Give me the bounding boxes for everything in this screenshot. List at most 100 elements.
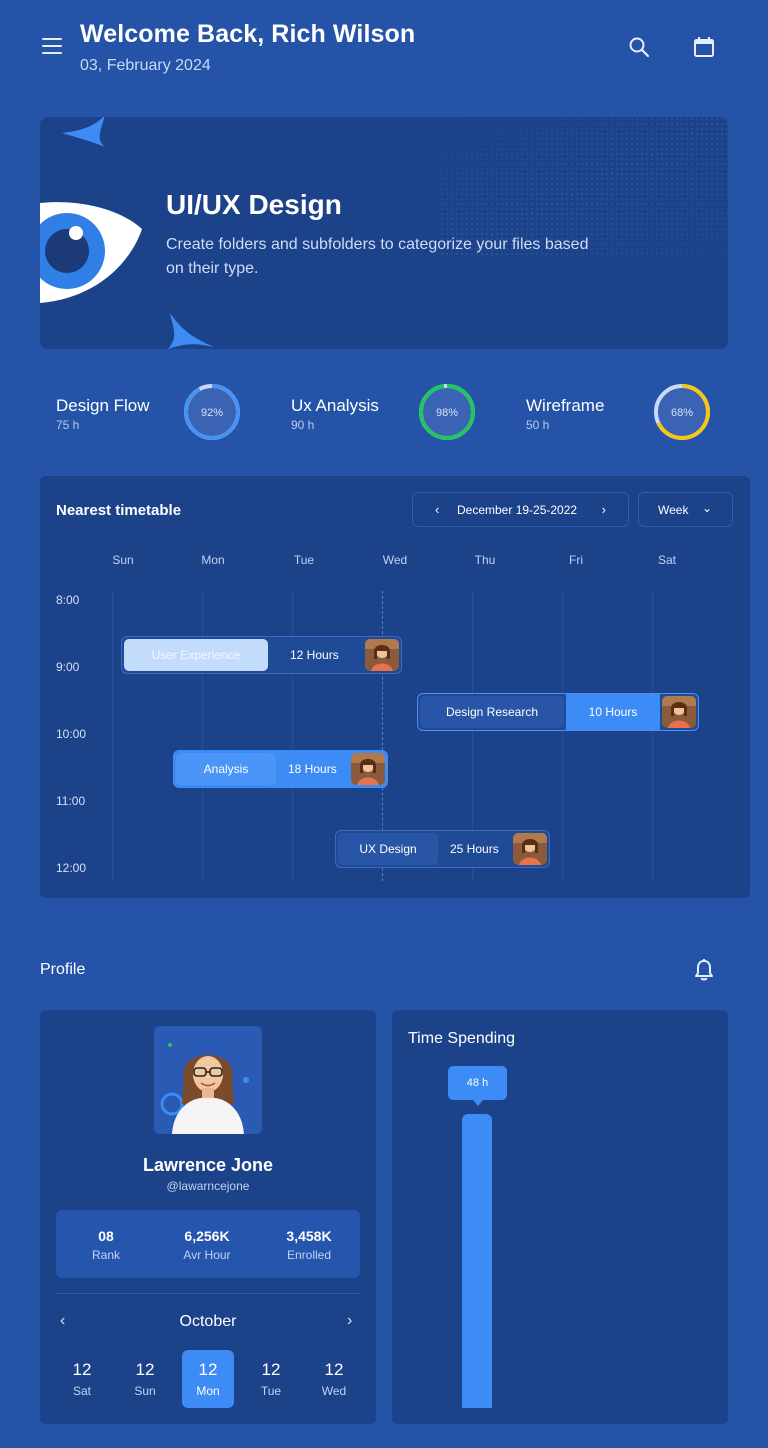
view-select-label: Week	[658, 503, 689, 517]
day-number: 12	[135, 1360, 155, 1379]
timetable-title: Nearest timetable	[56, 502, 182, 519]
time-spending-title: Time Spending	[408, 1030, 516, 1047]
stat-label: Avr Hour	[183, 1248, 231, 1262]
date-range-picker[interactable]: ‹ December 19-25-2022 ›	[412, 492, 629, 527]
time-label: 12:00	[56, 861, 87, 875]
time-label: 8:00	[56, 593, 80, 607]
stat-rank: 08 Rank	[56, 1228, 156, 1262]
calendar-day[interactable]: 12 Sat	[56, 1350, 108, 1408]
calendar-day-selected[interactable]: 12 Mon	[182, 1350, 234, 1408]
avatar	[154, 1026, 262, 1134]
chevron-down-icon: ⌄	[701, 501, 712, 515]
event-hours: 10 Hours	[566, 694, 660, 730]
avatar	[351, 753, 385, 785]
event-task: UX Design	[338, 833, 438, 865]
view-select[interactable]: Week ⌄	[638, 492, 733, 527]
event-hours: 18 Hours	[288, 762, 337, 776]
event-ux-design[interactable]: UX Design 25 Hours	[335, 830, 550, 868]
calendar-month: October	[179, 1313, 237, 1330]
stat-name: Ux Analysis	[291, 396, 379, 415]
time-label: 10:00	[56, 727, 87, 741]
stat-hours: 50 h	[526, 418, 550, 432]
stat-hours: 90 h	[291, 418, 315, 432]
divider	[56, 1293, 360, 1294]
calendar-icon[interactable]	[692, 35, 716, 59]
header: Welcome Back, Rich Wilson 03, February 2…	[0, 0, 768, 100]
grid-line	[202, 591, 203, 881]
stat-design-flow[interactable]: Design Flow 75 h 92%	[40, 375, 260, 447]
event-hours: 12 Hours	[290, 648, 339, 662]
event-task: Design Research	[420, 696, 564, 728]
stat-enrolled: 3,458K Enrolled	[259, 1228, 359, 1262]
event-user-experience[interactable]: User Experience 12 Hours	[121, 636, 402, 674]
banner-description: Create folders and subfolders to categor…	[166, 236, 589, 277]
event-task: Analysis	[176, 753, 276, 785]
stat-percent: 68%	[671, 407, 693, 419]
event-design-research[interactable]: Design Research 10 Hours	[417, 693, 699, 731]
day-header: Wed	[382, 553, 408, 567]
day-header: Mon	[201, 553, 225, 567]
bell-icon[interactable]	[693, 958, 715, 982]
stat-label: Enrolled	[286, 1248, 332, 1262]
avatar	[365, 639, 399, 671]
stat-name: Design Flow	[56, 396, 150, 415]
stat-ux-analysis[interactable]: Ux Analysis 90 h 98%	[275, 375, 495, 447]
current-date: 03, February 2024	[80, 57, 211, 74]
eye-icon	[40, 202, 142, 303]
day-name: Tue	[260, 1384, 282, 1398]
day-header: Sun	[112, 553, 134, 567]
profile-handle: @lawarncejone	[166, 1179, 250, 1193]
chevron-right-icon[interactable]: ›	[347, 1312, 352, 1330]
progress-ring: 68%	[654, 384, 710, 440]
search-icon[interactable]	[627, 35, 651, 59]
course-banner[interactable]: UI/UX Design Create folders and subfolde…	[40, 117, 728, 349]
page-title: Welcome Back, Rich Wilson	[80, 20, 416, 48]
day-name: Sun	[134, 1384, 156, 1398]
grid-line	[292, 591, 293, 881]
stat-value: 6,256K	[184, 1228, 230, 1244]
profile-stats: 08 Rank 6,256K Avr Hour 3,458K Enrolled	[56, 1210, 360, 1278]
menu-icon[interactable]	[42, 38, 62, 56]
time-label: 9:00	[56, 660, 80, 674]
stat-percent: 92%	[201, 407, 223, 419]
profile-section-title: Profile	[40, 961, 86, 978]
stat-hours: 75 h	[56, 418, 80, 432]
progress-ring: 98%	[419, 384, 475, 440]
day-name: Wed	[321, 1384, 347, 1398]
calendar-day[interactable]: 12 Sun	[119, 1350, 171, 1408]
progress-stats: Design Flow 75 h 92% Ux Analysis 90 h 98…	[40, 375, 728, 447]
avatar	[513, 833, 547, 865]
grid-line	[562, 591, 563, 881]
profile-name: Lawrence Jone	[142, 1155, 274, 1175]
event-task: User Experience	[124, 639, 268, 671]
time-label: 11:00	[56, 794, 86, 808]
avatar	[662, 696, 696, 728]
calendar-day[interactable]: 12 Tue	[245, 1350, 297, 1408]
profile-card: Lawrence Jone @lawarncejone 08 Rank 6,25…	[40, 1010, 376, 1424]
time-bar[interactable]	[462, 1114, 492, 1408]
day-header: Thu	[474, 553, 496, 567]
chevron-right-icon[interactable]: ›	[602, 502, 606, 517]
value-tooltip: 48 h	[448, 1066, 507, 1106]
stat-value: 3,458K	[286, 1228, 332, 1244]
time-spending-card: Time Spending 48 h	[392, 1010, 728, 1424]
day-number: 12	[72, 1360, 92, 1379]
day-number: 12	[198, 1360, 218, 1379]
stat-percent: 98%	[436, 407, 458, 419]
calendar-day[interactable]: 12 Wed	[308, 1350, 360, 1408]
day-header: Sat	[657, 553, 676, 567]
day-header: Tue	[293, 553, 315, 567]
day-header: Fri	[569, 553, 583, 567]
date-range-label: December 19-25-2022	[457, 503, 578, 517]
sparkle-icon	[62, 117, 105, 147]
stat-avr-hour: 6,256K Avr Hour	[157, 1228, 257, 1262]
event-analysis[interactable]: Analysis 18 Hours	[173, 750, 388, 788]
sparkle-icon	[168, 313, 214, 349]
progress-ring: 92%	[184, 384, 240, 440]
stat-wireframe[interactable]: Wireframe 50 h 68%	[510, 375, 730, 447]
chevron-left-icon[interactable]: ‹	[435, 502, 439, 517]
event-hours: 25 Hours	[450, 842, 499, 856]
stat-name: Wireframe	[526, 396, 605, 415]
grid-line	[652, 591, 653, 881]
stat-label: Rank	[91, 1248, 120, 1262]
